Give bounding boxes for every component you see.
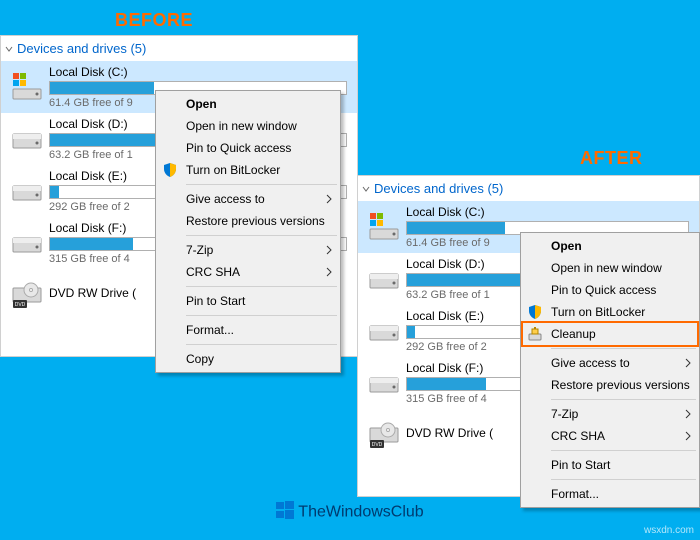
shield-icon bbox=[162, 162, 178, 178]
menu-item-cleanup[interactable]: Cleanup bbox=[521, 321, 699, 347]
before-label: BEFORE bbox=[115, 10, 193, 31]
section-title: Devices and drives (5) bbox=[17, 41, 146, 56]
menu-separator bbox=[186, 315, 337, 316]
hard-drive-icon bbox=[11, 175, 43, 207]
menu-separator bbox=[186, 286, 337, 287]
menu-item-label: Open bbox=[186, 97, 217, 111]
devices-section-header[interactable]: Devices and drives (5) bbox=[1, 36, 357, 61]
menu-separator bbox=[551, 450, 696, 451]
menu-item-copy[interactable]: Copy bbox=[158, 348, 338, 370]
menu-separator bbox=[551, 479, 696, 480]
menu-item-label: Open in new window bbox=[551, 261, 662, 275]
menu-item-label: Pin to Quick access bbox=[551, 283, 656, 297]
menu-item-restore-previous-versions[interactable]: Restore previous versions bbox=[158, 210, 338, 232]
chevron-down-icon bbox=[362, 185, 370, 193]
devices-section-header[interactable]: Devices and drives (5) bbox=[358, 176, 699, 201]
menu-item-label: Turn on BitLocker bbox=[186, 163, 280, 177]
menu-separator bbox=[186, 184, 337, 185]
menu-item-crc-sha[interactable]: CRC SHA bbox=[523, 425, 697, 447]
menu-item-label: Format... bbox=[551, 487, 599, 501]
chevron-down-icon bbox=[5, 45, 13, 53]
menu-item-label: Open bbox=[551, 239, 582, 253]
menu-item-label: Format... bbox=[186, 323, 234, 337]
submenu-arrow-icon bbox=[326, 194, 332, 204]
menu-item-7-zip[interactable]: 7-Zip bbox=[158, 239, 338, 261]
menu-item-label: 7-Zip bbox=[551, 407, 578, 421]
menu-item-pin-to-quick-access[interactable]: Pin to Quick access bbox=[158, 137, 338, 159]
menu-item-pin-to-start[interactable]: Pin to Start bbox=[158, 290, 338, 312]
menu-item-restore-previous-versions[interactable]: Restore previous versions bbox=[523, 374, 697, 396]
menu-item-open-in-new-window[interactable]: Open in new window bbox=[523, 257, 697, 279]
windows-logo-icon bbox=[276, 501, 294, 524]
menu-item-format[interactable]: Format... bbox=[158, 319, 338, 341]
os-drive-icon bbox=[368, 211, 400, 243]
menu-item-give-access-to[interactable]: Give access to bbox=[158, 188, 338, 210]
menu-separator bbox=[186, 344, 337, 345]
submenu-arrow-icon bbox=[685, 358, 691, 368]
menu-item-label: Restore previous versions bbox=[186, 214, 325, 228]
menu-item-open[interactable]: Open bbox=[158, 93, 338, 115]
menu-separator bbox=[551, 348, 696, 349]
hard-drive-icon bbox=[11, 123, 43, 155]
section-title: Devices and drives (5) bbox=[374, 181, 503, 196]
menu-item-label: CRC SHA bbox=[551, 429, 605, 443]
submenu-arrow-icon bbox=[685, 409, 691, 419]
footer-branding: TheWindowsClub bbox=[0, 501, 700, 524]
menu-item-open-in-new-window[interactable]: Open in new window bbox=[158, 115, 338, 137]
svg-text:DVD: DVD bbox=[372, 442, 383, 448]
menu-item-turn-on-bitlocker[interactable]: Turn on BitLocker bbox=[523, 301, 697, 323]
context-menu-before: Open Open in new window Pin to Quick acces… bbox=[155, 90, 341, 373]
after-label: AFTER bbox=[580, 148, 643, 169]
menu-item-label: Give access to bbox=[186, 192, 265, 206]
watermark: wsxdn.com bbox=[644, 525, 694, 536]
menu-item-label: CRC SHA bbox=[186, 265, 240, 279]
svg-text:DVD: DVD bbox=[15, 302, 26, 308]
hard-drive-icon bbox=[368, 263, 400, 295]
menu-item-pin-to-start[interactable]: Pin to Start bbox=[523, 454, 697, 476]
menu-item-open[interactable]: Open bbox=[523, 235, 697, 257]
submenu-arrow-icon bbox=[326, 245, 332, 255]
drive-name: Local Disk (C:) bbox=[406, 205, 689, 219]
menu-item-label: Restore previous versions bbox=[551, 378, 690, 392]
menu-separator bbox=[186, 235, 337, 236]
menu-item-7-zip[interactable]: 7-Zip bbox=[523, 403, 697, 425]
menu-item-label: Pin to Quick access bbox=[186, 141, 291, 155]
cleanup-icon bbox=[527, 326, 543, 342]
context-menu-after: Open Open in new window Pin to Quick acces… bbox=[520, 232, 700, 508]
menu-item-pin-to-quick-access[interactable]: Pin to Quick access bbox=[523, 279, 697, 301]
submenu-arrow-icon bbox=[685, 431, 691, 441]
menu-item-label: Pin to Start bbox=[551, 458, 610, 472]
menu-item-turn-on-bitlocker[interactable]: Turn on BitLocker bbox=[158, 159, 338, 181]
menu-item-label: Pin to Start bbox=[186, 294, 245, 308]
menu-item-label: Copy bbox=[186, 352, 214, 366]
hard-drive-icon bbox=[11, 227, 43, 259]
menu-item-label: Open in new window bbox=[186, 119, 297, 133]
hard-drive-icon bbox=[368, 367, 400, 399]
menu-item-give-access-to[interactable]: Give access to bbox=[523, 352, 697, 374]
menu-item-label: Give access to bbox=[551, 356, 630, 370]
menu-item-label: Cleanup bbox=[551, 327, 596, 341]
dvd-drive-icon: DVD bbox=[368, 418, 400, 450]
menu-item-label: 7-Zip bbox=[186, 243, 213, 257]
menu-item-crc-sha[interactable]: CRC SHA bbox=[158, 261, 338, 283]
drive-name: Local Disk (C:) bbox=[49, 65, 347, 79]
submenu-arrow-icon bbox=[326, 267, 332, 277]
dvd-drive-icon: DVD bbox=[11, 278, 43, 310]
os-drive-icon bbox=[11, 71, 43, 103]
menu-separator bbox=[551, 399, 696, 400]
shield-icon bbox=[527, 304, 543, 320]
footer-text: TheWindowsClub bbox=[298, 504, 423, 521]
hard-drive-icon bbox=[368, 315, 400, 347]
menu-item-label: Turn on BitLocker bbox=[551, 305, 645, 319]
